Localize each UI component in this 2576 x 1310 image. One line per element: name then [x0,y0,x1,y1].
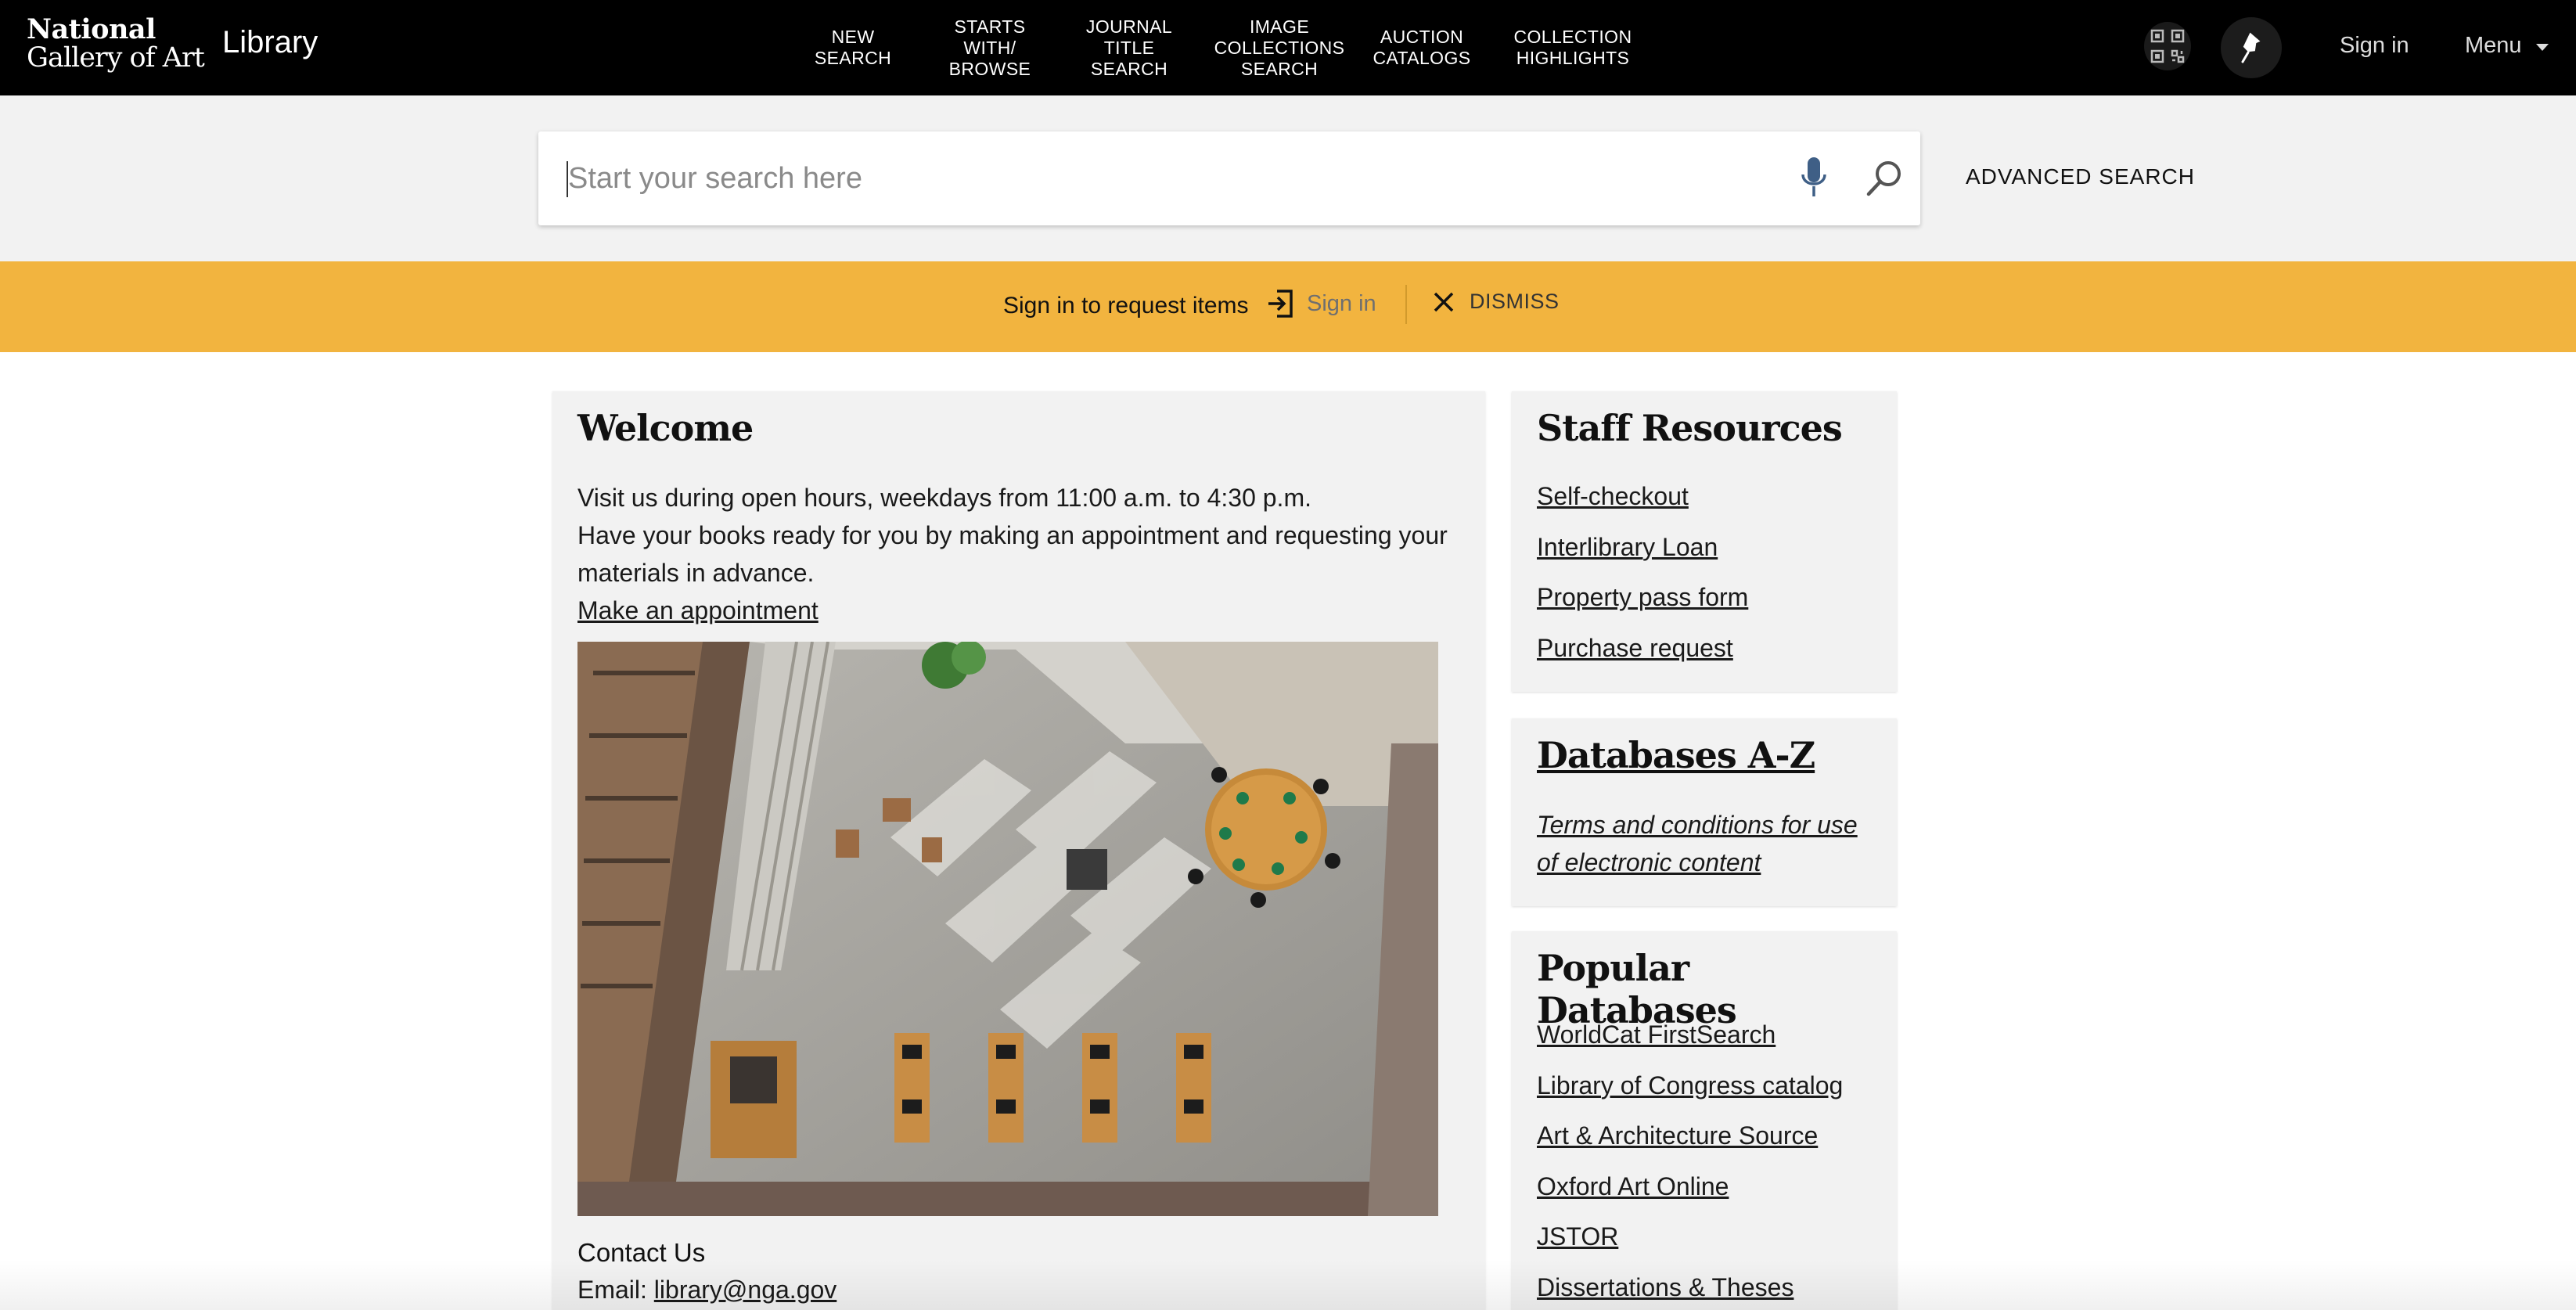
logo-line-2: Gallery of Art [27,42,205,74]
purchase-request-link[interactable]: Purchase request [1537,634,1733,662]
pin-icon [2241,32,2261,63]
nav-auction-catalogs[interactable]: AUCTION CATALOGS [1373,27,1470,69]
menu-label: Menu [2465,33,2522,58]
voice-search-button[interactable] [1790,153,1837,203]
banner-message: Sign in to request items [1003,293,1249,319]
nav-starts-with-browse[interactable]: STARTS WITH/ BROWSE [949,16,1031,80]
search-box [538,131,1920,225]
self-checkout-link[interactable]: Self-checkout [1537,482,1689,510]
staff-resources-panel: Staff Resources Self-checkout Interlibra… [1512,391,1897,692]
make-appointment-link[interactable]: Make an appointment [577,596,818,624]
email-link[interactable]: library@nga.gov [654,1276,836,1304]
dismiss-button[interactable]: DISMISS [1432,290,1560,314]
contact-heading: Contact Us [577,1238,706,1267]
library-reading-room-image [577,642,1438,1216]
search-input[interactable] [568,150,1742,207]
nav-image-collections-search[interactable]: IMAGE COLLECTIONS SEARCH [1214,16,1345,80]
banner-sign-in-label: Sign in [1307,290,1376,316]
databases-az-link[interactable]: Databases A-Z [1537,734,1815,776]
welcome-text: Visit us during open hours, weekdays fro… [577,479,1470,629]
worldcat-firstsearch-link[interactable]: WorldCat FirstSearch [1537,1020,1775,1049]
appointment-text: Have your books ready for you by making … [577,521,1448,587]
search-icon [1866,161,1901,196]
property-pass-form-link[interactable]: Property pass form [1537,583,1748,611]
nav-collection-highlights[interactable]: COLLECTION HIGHLIGHTS [1514,27,1632,69]
contact-email-line: Email: library@nga.gov [577,1276,836,1305]
nga-logo[interactable]: National Gallery of Art [27,13,205,74]
welcome-title: Welcome [577,407,754,449]
qr-code-icon [2150,29,2185,63]
header-sign-in-link[interactable]: Sign in [2340,33,2409,59]
close-icon [1434,292,1454,311]
staff-resources-list: Self-checkout Interlibrary Loan Property… [1537,471,1748,673]
nav-new-search[interactable]: NEW SEARCH [815,27,891,69]
databases-az-panel: Databases A-Z Terms and conditions for u… [1512,718,1897,906]
terms-and-conditions-link[interactable]: Terms and conditions for use of electron… [1537,806,1881,881]
banner-sign-in-button[interactable]: Sign in [1266,288,1376,319]
popular-databases-list: WorldCat FirstSearch Library of Congress… [1537,1009,1843,1310]
nav-journal-title-search[interactable]: JOURNAL TITLE SEARCH [1086,16,1172,80]
sign-in-icon [1268,290,1293,318]
advanced-search-link[interactable]: ADVANCED SEARCH [1966,164,2195,189]
oxford-art-online-link[interactable]: Oxford Art Online [1537,1172,1729,1200]
microphone-icon [1801,157,1826,196]
caret-down-icon [2535,44,2549,51]
pin-button[interactable] [2221,17,2282,78]
sign-in-banner: Sign in to request items Sign in DISMISS [0,261,2576,352]
banner-divider [1405,285,1407,324]
library-of-congress-link[interactable]: Library of Congress catalog [1537,1071,1843,1099]
top-navigation-bar: National Gallery of Art Library NEW SEAR… [0,0,2576,95]
library-title[interactable]: Library [222,25,318,60]
menu-dropdown[interactable]: Menu [2465,33,2549,59]
staff-resources-title: Staff Resources [1537,407,1843,449]
interlibrary-loan-link[interactable]: Interlibrary Loan [1537,533,1718,561]
dissertations-theses-link[interactable]: Dissertations & Theses [1537,1273,1793,1301]
dismiss-label: DISMISS [1470,290,1560,313]
welcome-panel: Welcome Visit us during open hours, week… [552,391,1485,1310]
qr-code-button[interactable] [2144,22,2191,70]
search-section: ADVANCED SEARCH [0,95,2576,261]
art-architecture-source-link[interactable]: Art & Architecture Source [1537,1121,1818,1150]
email-label: Email: [577,1276,654,1304]
logo-line-1: National [27,13,156,45]
search-submit-button[interactable] [1859,153,1909,203]
popular-databases-panel: Popular Databases WorldCat FirstSearch L… [1512,931,1897,1310]
jstor-link[interactable]: JSTOR [1537,1222,1618,1251]
hours-text: Visit us during open hours, weekdays fro… [577,484,1311,512]
